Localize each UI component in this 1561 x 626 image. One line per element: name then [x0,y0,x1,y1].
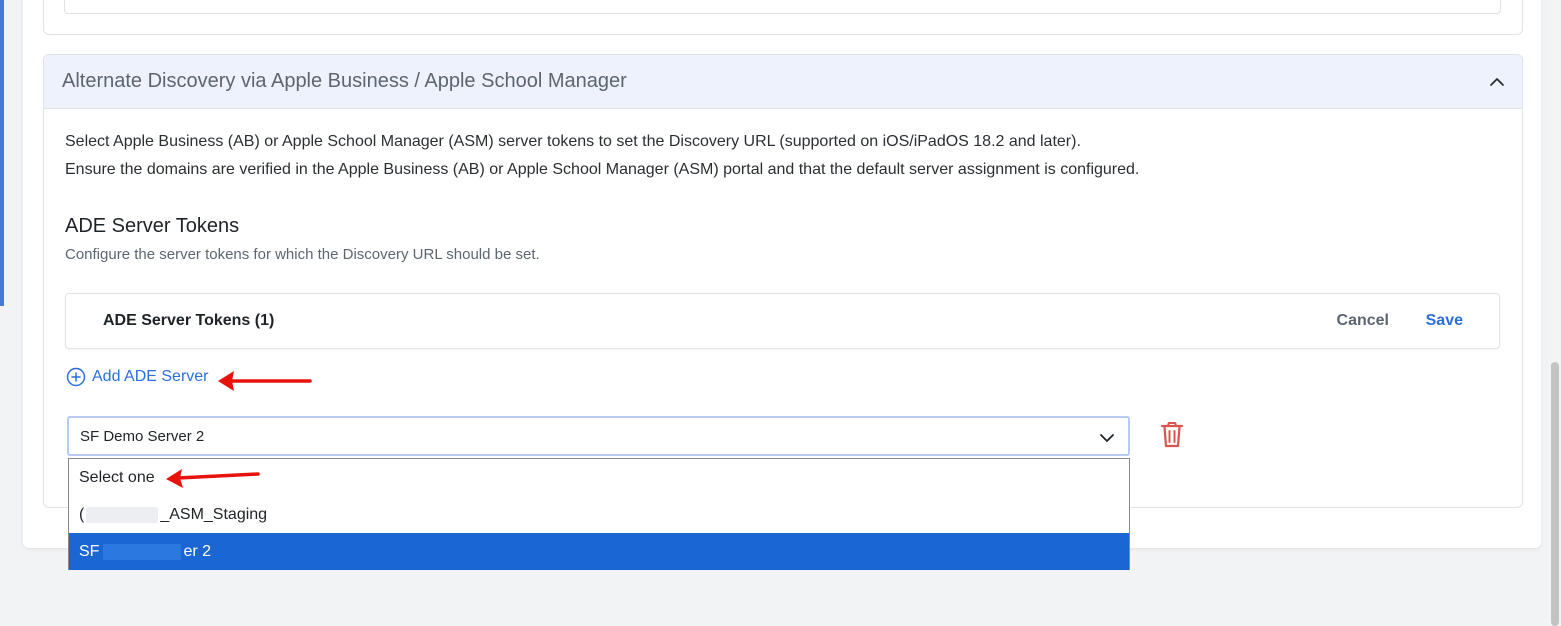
chevron-up-icon[interactable] [1488,73,1506,91]
ade-tokens-card: ADE Server Tokens (1) Cancel Save [65,293,1500,349]
select-current-value: SF Demo Server 2 [80,428,205,445]
previous-section-inner [64,0,1501,14]
ade-section-subtitle: Configure the server tokens for which th… [65,246,540,263]
ade-tokens-header: ADE Server Tokens (1) [103,312,275,329]
chevron-down-icon [1100,434,1114,442]
red-arrow-icon [166,469,260,488]
option-suffix: _ASM_Staging [160,506,268,523]
accordion-header[interactable]: Alternate Discovery via Apple Business /… [44,55,1522,109]
plus-circle-icon [66,367,86,387]
option-prefix: SF [79,543,100,560]
left-accent-bar [0,0,4,306]
trash-icon[interactable] [1159,421,1185,449]
ade-server-select[interactable]: SF Demo Server 2 [67,416,1130,456]
page-scrollbar[interactable] [1549,0,1561,626]
select-option-highlighted[interactable]: SF er 2 [69,533,1129,570]
description-line-1: Select Apple Business (AB) or Apple Scho… [65,133,1081,150]
cancel-button[interactable]: Cancel [1337,312,1389,330]
redacted-text [86,506,159,523]
red-arrow-icon [218,371,312,391]
ade-section-title: ADE Server Tokens [65,215,240,237]
accordion-title: Alternate Discovery via Apple Business /… [62,70,627,92]
select-option-label: Select one [79,469,155,486]
add-ade-server-link[interactable]: Add ADE Server [66,367,209,387]
redacted-text [103,543,182,560]
save-button[interactable]: Save [1426,312,1463,330]
option-prefix: ( [79,506,85,523]
select-option[interactable]: ( _ASM_Staging [69,496,1129,533]
add-ade-server-label: Add ADE Server [92,368,209,385]
description-line-2: Ensure the domains are verified in the A… [65,161,1140,178]
option-suffix: er 2 [183,543,212,560]
scrollbar-thumb[interactable] [1551,362,1559,626]
